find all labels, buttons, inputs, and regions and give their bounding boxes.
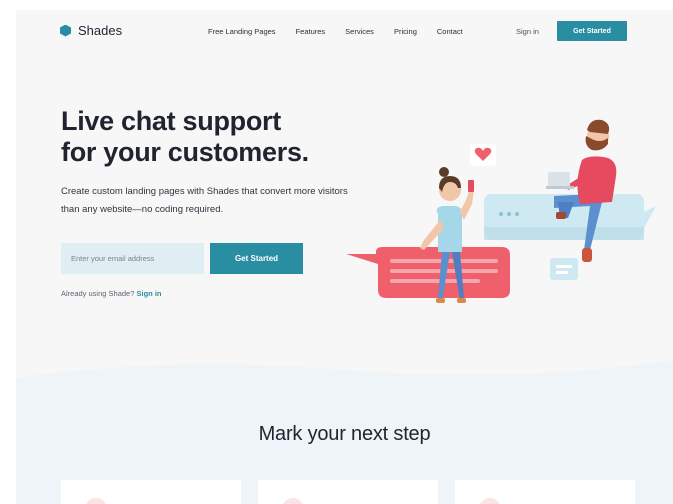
email-input[interactable]	[61, 243, 204, 274]
already-using-text: Already using Shade? Sign in	[61, 289, 161, 298]
already-using-label: Already using Shade?	[61, 289, 135, 298]
hero-sign-in-link[interactable]: Sign in	[136, 289, 161, 298]
top-navigation: Shades Free Landing Pages Features Servi…	[16, 10, 673, 54]
nav-links: Free Landing Pages Features Services Pri…	[208, 27, 463, 36]
hero-title-line-1: Live chat support	[61, 106, 281, 136]
feature-card-1[interactable]	[61, 480, 241, 504]
hero-title-line-2: for your customers.	[61, 137, 309, 167]
feature-icon-1	[85, 498, 107, 504]
hero-subtitle: Create custom landing pages with Shades …	[61, 186, 348, 215]
hexagon-logo-icon	[60, 24, 71, 37]
hero-title: Live chat support for your customers.	[61, 106, 309, 168]
nav-link-contact[interactable]: Contact	[437, 27, 463, 36]
nav-sign-in-link[interactable]: Sign in	[516, 27, 539, 36]
section-title: Mark your next step	[258, 423, 431, 445]
chat-illustration	[346, 119, 656, 303]
pink-chat-bubble-icon	[346, 247, 510, 298]
feature-icon-2	[282, 498, 304, 504]
feature-icon-3	[479, 498, 501, 504]
man-with-laptop-icon	[546, 119, 617, 262]
mail-bubble-icon	[550, 258, 578, 280]
nav-get-started-button[interactable]: Get Started	[557, 21, 627, 41]
nav-link-features[interactable]: Features	[296, 27, 326, 36]
brand-name: Shades	[78, 23, 123, 38]
page-frame: Shades Free Landing Pages Features Servi…	[16, 10, 673, 504]
nav-link-pricing[interactable]: Pricing	[394, 27, 417, 36]
feature-card-3[interactable]	[455, 480, 635, 504]
hero-get-started-button[interactable]: Get Started	[210, 243, 303, 274]
heart-bubble-icon	[470, 144, 496, 166]
nav-link-services[interactable]: Services	[345, 27, 374, 36]
brand-logo[interactable]: Shades	[60, 23, 122, 38]
feature-card-2[interactable]	[258, 480, 438, 504]
nav-link-free-landing-pages[interactable]: Free Landing Pages	[208, 27, 276, 36]
